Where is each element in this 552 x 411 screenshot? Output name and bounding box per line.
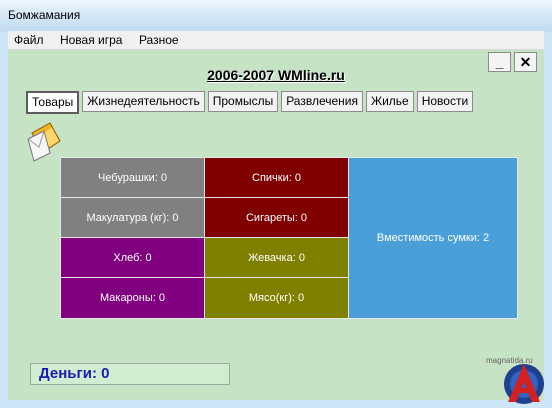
goods-grid: Чебурашки: 0 Спички: 0 Макулатура (кг): … xyxy=(60,157,518,319)
goods-cell-matches: Спички: 0 xyxy=(204,157,349,198)
menu-file[interactable]: Файл xyxy=(8,31,50,49)
watermark-logo-icon xyxy=(494,352,550,406)
goods-label: Чебурашки: 0 xyxy=(97,171,167,184)
goods-cell-pasta: Макароны: 0 xyxy=(60,277,205,319)
menu-bar: Файл Новая игра Разное xyxy=(8,31,544,50)
minimize-button[interactable]: _ xyxy=(488,52,511,72)
main-panel: 2006-2007 WMline.ru _ ✕ Товары Жизнедеят… xyxy=(8,50,544,400)
tab-goods[interactable]: Товары xyxy=(26,91,80,114)
tab-trades[interactable]: Промыслы xyxy=(207,91,279,112)
window-title: Бомжамания xyxy=(8,8,81,22)
page-title: 2006-2007 WMline.ru xyxy=(207,67,345,83)
menu-misc[interactable]: Разное xyxy=(133,31,185,49)
goods-label: Макароны: 0 xyxy=(99,292,166,304)
app-window: Бомжамания Файл Новая игра Разное 2006-2… xyxy=(0,0,552,408)
tab-life[interactable]: Жизнедеятельность xyxy=(82,91,205,112)
goods-label: Жевачка: 0 xyxy=(248,251,305,264)
title-bar[interactable]: Бомжамания xyxy=(0,0,552,32)
goods-label: Хлеб: 0 xyxy=(113,251,152,264)
tab-news[interactable]: Новости xyxy=(416,91,474,112)
goods-cell-bread: Хлеб: 0 xyxy=(60,237,205,278)
goods-cell-paper: Макулатура (кг): 0 xyxy=(60,197,205,238)
goods-label: Сигареты: 0 xyxy=(245,211,308,224)
bag-capacity-label: Вместимость сумки: 2 xyxy=(376,232,490,244)
goods-label: Макулатура (кг): 0 xyxy=(86,211,179,224)
tab-entertainment[interactable]: Развлечения xyxy=(281,91,363,112)
menu-new-game[interactable]: Новая игра xyxy=(54,31,129,49)
goods-cell-meat: Мясо(кг): 0 xyxy=(204,277,349,319)
money-display: Деньги: 0 xyxy=(30,363,230,385)
tab-housing[interactable]: Жилье xyxy=(365,91,414,112)
tab-bar: Товары Жизнедеятельность Промыслы Развле… xyxy=(26,91,474,114)
bag-icon xyxy=(26,119,64,163)
goods-label: Мясо(кг): 0 xyxy=(248,292,305,304)
close-button[interactable]: ✕ xyxy=(514,52,537,72)
goods-cell-gum: Жевачка: 0 xyxy=(204,237,349,278)
goods-label: Спички: 0 xyxy=(252,171,301,184)
goods-cell-cigarettes: Сигареты: 0 xyxy=(204,197,349,238)
goods-cell-cheburashki: Чебурашки: 0 xyxy=(60,157,205,198)
bag-capacity-panel: Вместимость сумки: 2 xyxy=(348,157,518,319)
